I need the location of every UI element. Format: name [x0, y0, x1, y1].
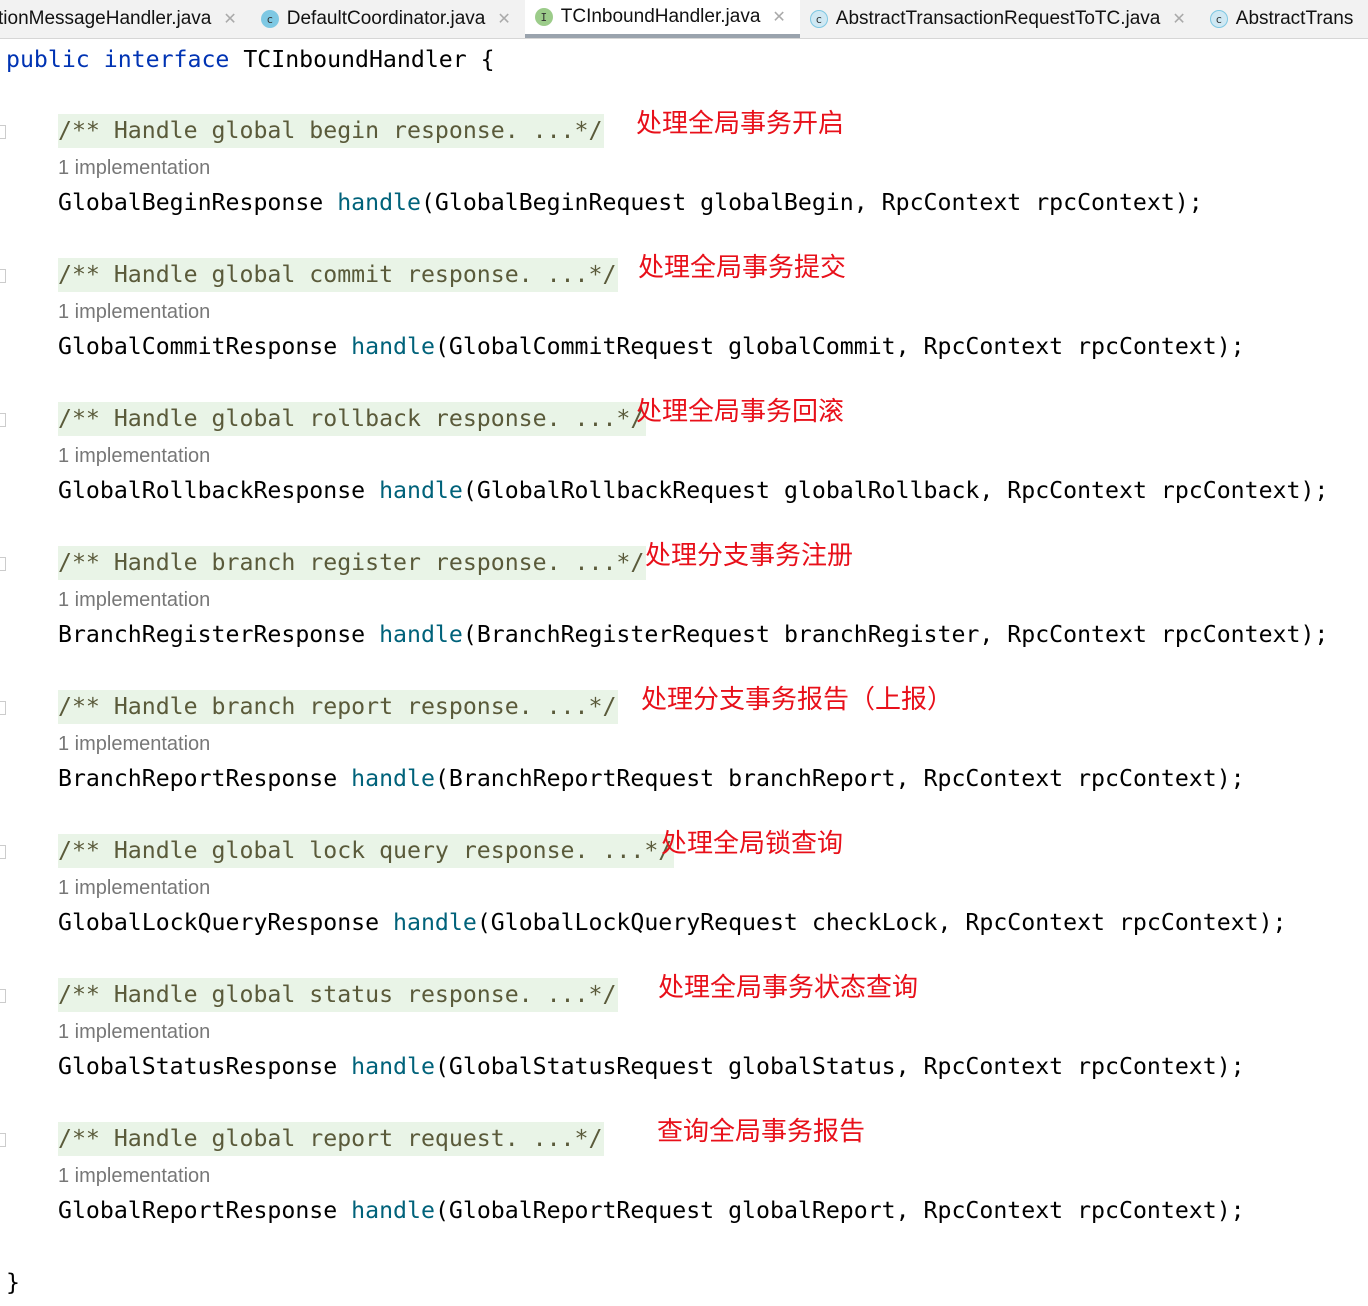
- method-name: handle: [351, 765, 435, 792]
- return-type: GlobalStatusResponse: [58, 1053, 352, 1080]
- tab-label: tionMessageHandler.java: [0, 8, 212, 29]
- close-icon[interactable]: ✕: [223, 9, 236, 29]
- method-params: (GlobalStatusRequest globalStatus, RpcCo…: [434, 1053, 1245, 1080]
- method-name: handle: [379, 621, 463, 648]
- fold-icon[interactable]: [0, 701, 6, 715]
- method-params: (BranchReportRequest branchReport, RpcCo…: [434, 765, 1245, 792]
- annotation-note: 处理全局事务开启: [636, 109, 845, 139]
- class-icon: c: [809, 10, 828, 28]
- implementation-hint[interactable]: 1 implementation: [58, 1020, 210, 1044]
- class-icon: c: [260, 10, 279, 28]
- method-params: (GlobalReportRequest globalReport, RpcCo…: [434, 1197, 1245, 1224]
- tab-label: AbstractTrans: [1235, 8, 1354, 29]
- return-type: GlobalCommitResponse: [58, 333, 352, 360]
- return-type: GlobalBeginResponse: [58, 189, 338, 216]
- folded-doc-comment[interactable]: /** Handle global commit response. ...*/: [58, 258, 619, 292]
- keyword: interface: [103, 46, 230, 73]
- method-name: handle: [351, 1053, 435, 1080]
- annotation-note: 处理全局事务状态查询: [658, 973, 919, 1003]
- tab-3[interactable]: c AbstractTransactionRequestToTC.java ✕: [800, 0, 1200, 38]
- closing-brace: }: [6, 1269, 20, 1296]
- annotation-note: 查询全局事务报告: [657, 1117, 866, 1147]
- method-signature: BranchRegisterResponse handle(BranchRegi…: [58, 618, 1328, 652]
- implementation-hint[interactable]: 1 implementation: [58, 732, 210, 756]
- implementation-hint[interactable]: 1 implementation: [58, 156, 210, 180]
- tab-label: AbstractTransactionRequestToTC.java: [835, 8, 1161, 29]
- fold-icon[interactable]: [0, 413, 6, 427]
- tab-0[interactable]: tionMessageHandler.java ✕: [0, 0, 251, 38]
- tab-1[interactable]: c DefaultCoordinator.java ✕: [251, 0, 525, 38]
- annotation-note: 处理分支事务注册: [645, 541, 854, 571]
- folded-doc-comment[interactable]: /** Handle global lock query response. .…: [58, 834, 675, 868]
- method-params: (GlobalBeginRequest globalBegin, RpcCont…: [420, 189, 1203, 216]
- implementation-hint[interactable]: 1 implementation: [58, 300, 210, 324]
- annotation-note: 处理分支事务报告（上报）: [641, 685, 954, 715]
- fold-icon[interactable]: [0, 989, 6, 1003]
- implementation-hint[interactable]: 1 implementation: [58, 444, 210, 468]
- keyword: public: [6, 46, 90, 73]
- close-icon[interactable]: ✕: [1172, 9, 1185, 29]
- return-type: GlobalLockQueryResponse: [58, 909, 394, 936]
- method-signature: GlobalStatusResponse handle(GlobalStatus…: [58, 1050, 1245, 1084]
- annotation-note: 处理全局事务回滚: [636, 397, 845, 427]
- method-params: (GlobalLockQueryRequest checkLock, RpcCo…: [476, 909, 1287, 936]
- folded-doc-comment[interactable]: /** Handle global status response. ...*/: [58, 978, 619, 1012]
- method-name: handle: [351, 1197, 435, 1224]
- method-params: (BranchRegisterRequest branchRegister, R…: [462, 621, 1329, 648]
- fold-icon[interactable]: [0, 125, 6, 139]
- implementation-hint[interactable]: 1 implementation: [58, 1164, 210, 1188]
- tab-4[interactable]: c AbstractTrans: [1200, 0, 1368, 38]
- method-params: (GlobalCommitRequest globalCommit, RpcCo…: [434, 333, 1245, 360]
- interface-name: TCInboundHandler {: [229, 46, 495, 73]
- method-signature: GlobalLockQueryResponse handle(GlobalLoc…: [58, 906, 1287, 940]
- close-icon[interactable]: ✕: [497, 9, 510, 29]
- return-type: BranchReportResponse: [58, 765, 352, 792]
- annotation-note: 处理全局事务提交: [638, 253, 847, 283]
- method-name: handle: [337, 189, 421, 216]
- method-name: handle: [393, 909, 477, 936]
- folded-doc-comment[interactable]: /** Handle global report request. ...*/: [58, 1122, 605, 1156]
- interface-declaration: public interface TCInboundHandler {: [6, 43, 495, 77]
- implementation-hint[interactable]: 1 implementation: [58, 876, 210, 900]
- method-signature: GlobalCommitResponse handle(GlobalCommit…: [58, 330, 1245, 364]
- implementation-hint[interactable]: 1 implementation: [58, 588, 210, 612]
- editor-tabs: tionMessageHandler.java ✕ c DefaultCoordina…: [0, 0, 1368, 39]
- method-signature: BranchReportResponse handle(BranchReport…: [58, 762, 1245, 796]
- tab-label: TCInboundHandler.java: [560, 6, 761, 27]
- fold-icon[interactable]: [0, 845, 6, 859]
- return-type: GlobalReportResponse: [58, 1197, 352, 1224]
- folded-doc-comment[interactable]: /** Handle global begin response. ...*/: [58, 114, 605, 148]
- fold-icon[interactable]: [0, 557, 6, 571]
- return-type: GlobalRollbackResponse: [58, 477, 380, 504]
- tab-label: DefaultCoordinator.java: [286, 8, 486, 29]
- close-icon[interactable]: ✕: [772, 7, 785, 27]
- method-name: handle: [351, 333, 435, 360]
- method-signature: GlobalReportResponse handle(GlobalReport…: [58, 1194, 1245, 1228]
- fold-icon[interactable]: [0, 1133, 6, 1147]
- method-params: (GlobalRollbackRequest globalRollback, R…: [462, 477, 1329, 504]
- interface-icon: I: [534, 8, 553, 26]
- method-signature: GlobalBeginResponse handle(GlobalBeginRe…: [58, 186, 1203, 220]
- annotation-note: 处理全局锁查询: [661, 829, 844, 859]
- fold-icon[interactable]: [0, 269, 6, 283]
- folded-doc-comment[interactable]: /** Handle branch register response. ...…: [58, 546, 647, 580]
- folded-doc-comment[interactable]: /** Handle global rollback response. ...…: [58, 402, 647, 436]
- method-name: handle: [379, 477, 463, 504]
- folded-doc-comment[interactable]: /** Handle branch report response. ...*/: [58, 690, 619, 724]
- class-icon: c: [1209, 10, 1228, 28]
- return-type: BranchRegisterResponse: [58, 621, 380, 648]
- tab-2[interactable]: I TCInboundHandler.java ✕: [524, 0, 800, 38]
- method-signature: GlobalRollbackResponse handle(GlobalRoll…: [58, 474, 1328, 508]
